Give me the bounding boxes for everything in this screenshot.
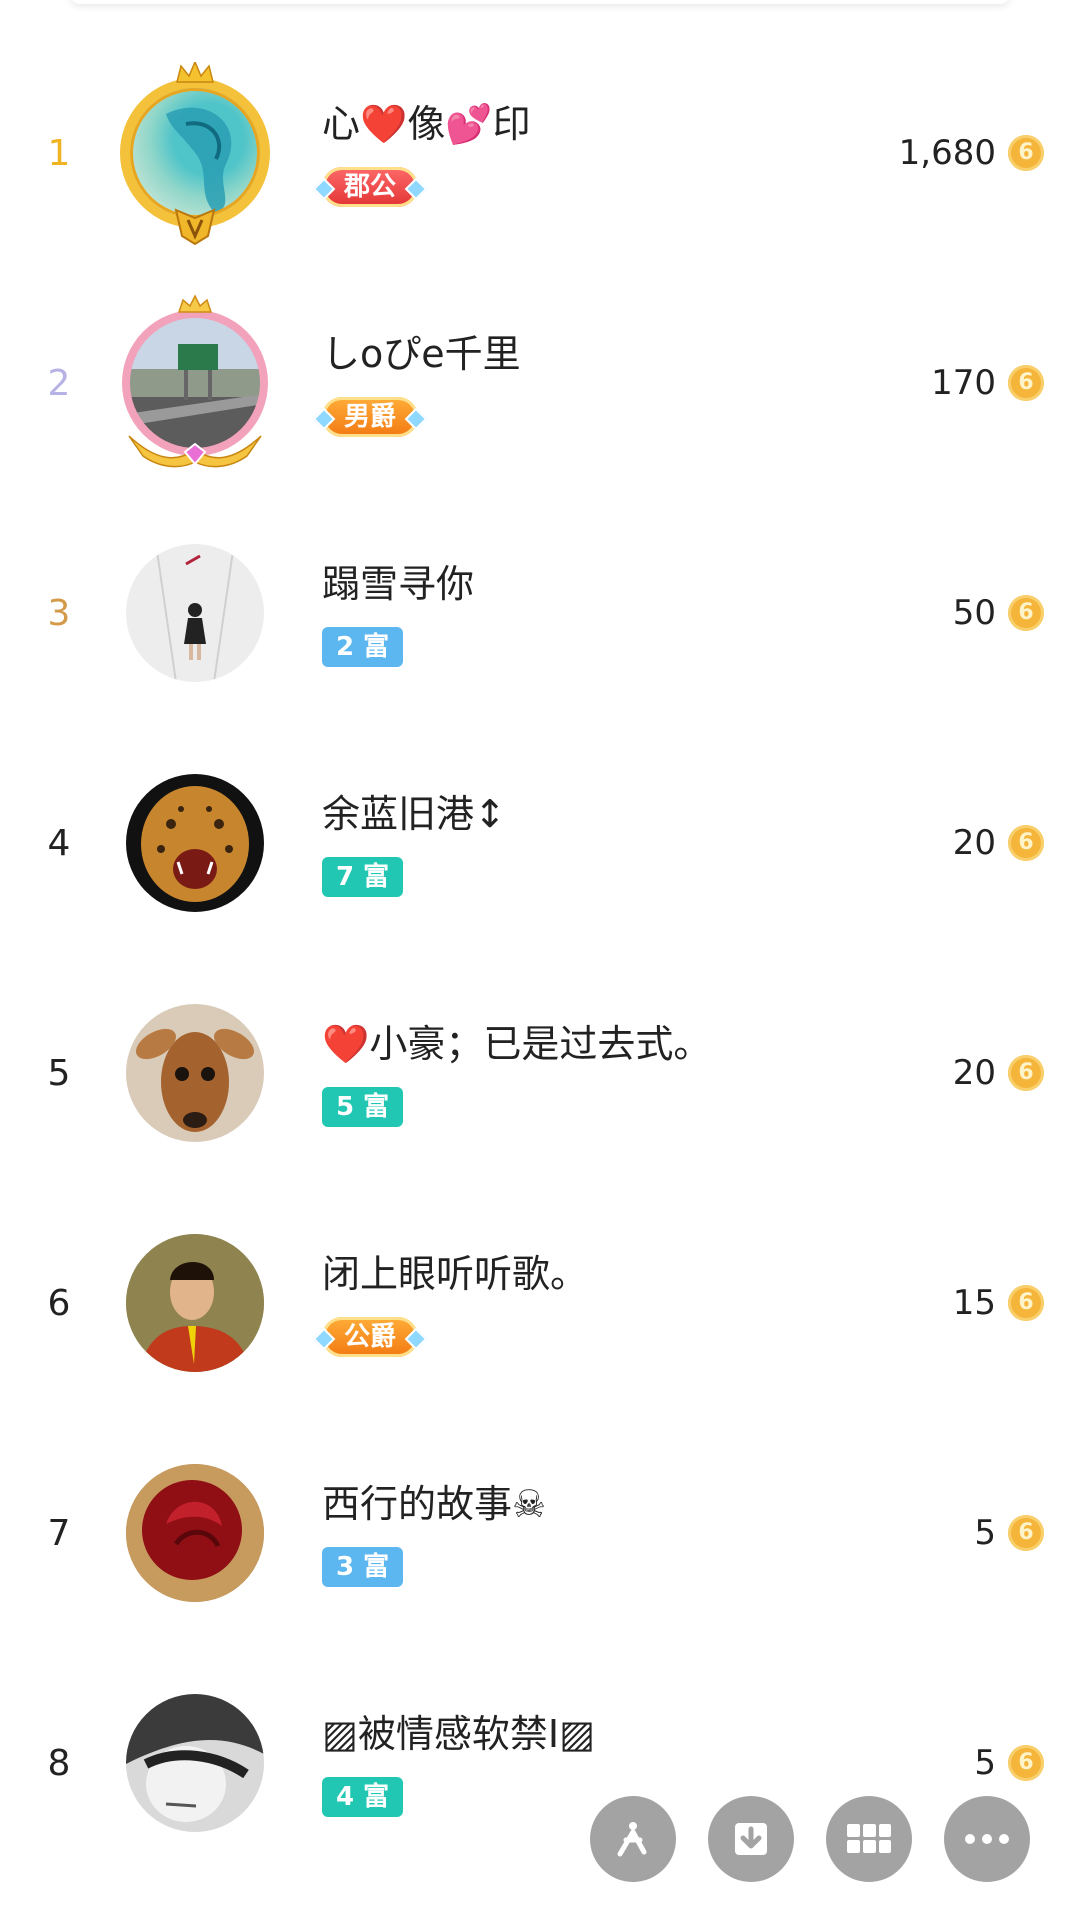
noble-badge: 郡公 [322, 167, 419, 207]
wealth-badge: 2 富 [322, 627, 404, 667]
gold-coin-icon: 6 [1008, 365, 1044, 401]
noble-badge: 公爵 [322, 1317, 419, 1357]
leopard-avatar-image [141, 786, 249, 902]
gift-amount: 5 [974, 1513, 996, 1553]
user-name: 心❤️像💕印 [322, 102, 531, 146]
rank-number: 1 [47, 132, 71, 174]
gift-amount: 20 [952, 1053, 996, 1093]
more-icon [965, 1834, 1009, 1844]
avatar-frame-gold [120, 62, 270, 246]
avatar[interactable] [126, 1004, 264, 1142]
man-avatar-image [126, 1234, 264, 1372]
ranking-row-4[interactable]: 4 余蓝旧港↕ 7 富 20 6 [0, 728, 1080, 958]
crown-icon [177, 294, 213, 313]
frame-wing-icon [128, 435, 262, 468]
avatar[interactable] [126, 774, 264, 912]
gold-coin-icon: 6 [1008, 825, 1044, 861]
ranking-row-5[interactable]: 5 ❤️小豪；已是过去式。 5 富 20 6 [0, 958, 1080, 1188]
user-name: 蹋雪寻你 [322, 562, 475, 606]
girl-avatar-image [155, 544, 235, 682]
avatar[interactable] [126, 544, 264, 682]
ranking-row-6[interactable]: 6 闭上眼听听歌。 公爵 15 6 [0, 1188, 1080, 1418]
gift-amount: 5 [974, 1743, 996, 1783]
gold-coin-icon: 6 [1008, 1745, 1044, 1781]
avatar[interactable] [126, 1464, 264, 1602]
rose-avatar-image [126, 1464, 264, 1602]
grid-button[interactable] [826, 1796, 912, 1882]
download-button[interactable] [708, 1796, 794, 1882]
grid-icon [847, 1824, 891, 1853]
gold-coin-icon: 6 [1008, 595, 1044, 631]
rank-number: 4 [47, 822, 71, 864]
deer-avatar-image [136, 1028, 254, 1132]
gold-coin-icon: 6 [1008, 1515, 1044, 1551]
noble-badge: 男爵 [322, 397, 419, 437]
gift-amount: 15 [952, 1283, 996, 1323]
frame-emblem-icon [174, 208, 216, 246]
rank-number: 6 [47, 1282, 71, 1324]
ranking-row-1[interactable]: 1 心❤️像💕印 郡公 1,680 6 [0, 38, 1080, 268]
gift-amount: 20 [952, 823, 996, 863]
user-name: しoぴe千里 [322, 332, 521, 376]
user-name: 闭上眼听听歌。 [322, 1252, 589, 1296]
wealth-badge: 3 富 [322, 1547, 404, 1587]
ranking-row-2[interactable]: 2 しoぴe千里 男爵 170 6 [0, 268, 1080, 498]
rank-number: 8 [47, 1742, 71, 1784]
face-avatar-image [126, 1694, 264, 1832]
wealth-badge: 7 富 [322, 857, 404, 897]
wealth-badge: 5 富 [322, 1087, 404, 1127]
gold-coin-icon: 6 [1008, 1285, 1044, 1321]
share-button[interactable] [590, 1796, 676, 1882]
avatar[interactable] [126, 1694, 264, 1832]
gold-coin-icon: 6 [1008, 1055, 1044, 1091]
user-name: 余蓝旧港↕ [322, 792, 506, 836]
rank-number: 3 [47, 592, 71, 634]
share-icon [617, 1822, 647, 1857]
user-name: ▨被情感软禁I▨ [322, 1712, 596, 1756]
ranking-row-7[interactable]: 7 西行的故事☠ 3 富 5 6 [0, 1418, 1080, 1648]
ranking-row-3[interactable]: 3 蹋雪寻你 2 富 50 6 [0, 498, 1080, 728]
gift-amount: 170 [931, 363, 996, 403]
avatar[interactable] [126, 1234, 264, 1372]
rank-number: 5 [47, 1052, 71, 1094]
avatar-frame-pink [122, 294, 268, 468]
gift-amount: 1,680 [898, 133, 996, 173]
more-button[interactable] [944, 1796, 1030, 1882]
gift-amount: 50 [952, 593, 996, 633]
download-icon [735, 1823, 767, 1855]
crown-icon [176, 62, 214, 83]
gift-ranking-page: 1 心❤️像💕印 郡公 1,680 6 2 しoぴe千里 男爵 170 6 3 … [0, 0, 1080, 1920]
wealth-badge: 4 富 [322, 1777, 404, 1817]
rank-number: 7 [47, 1512, 71, 1554]
rank-number: 2 [47, 362, 71, 404]
user-name: ❤️小豪；已是过去式。 [322, 1022, 712, 1066]
user-name: 西行的故事☠ [322, 1482, 547, 1526]
gold-coin-icon: 6 [1008, 135, 1044, 171]
ranking-row-8[interactable]: 8 ▨被情感软禁I▨ 4 富 5 6 [0, 1648, 1080, 1878]
top-panel-edge [70, 0, 1010, 4]
